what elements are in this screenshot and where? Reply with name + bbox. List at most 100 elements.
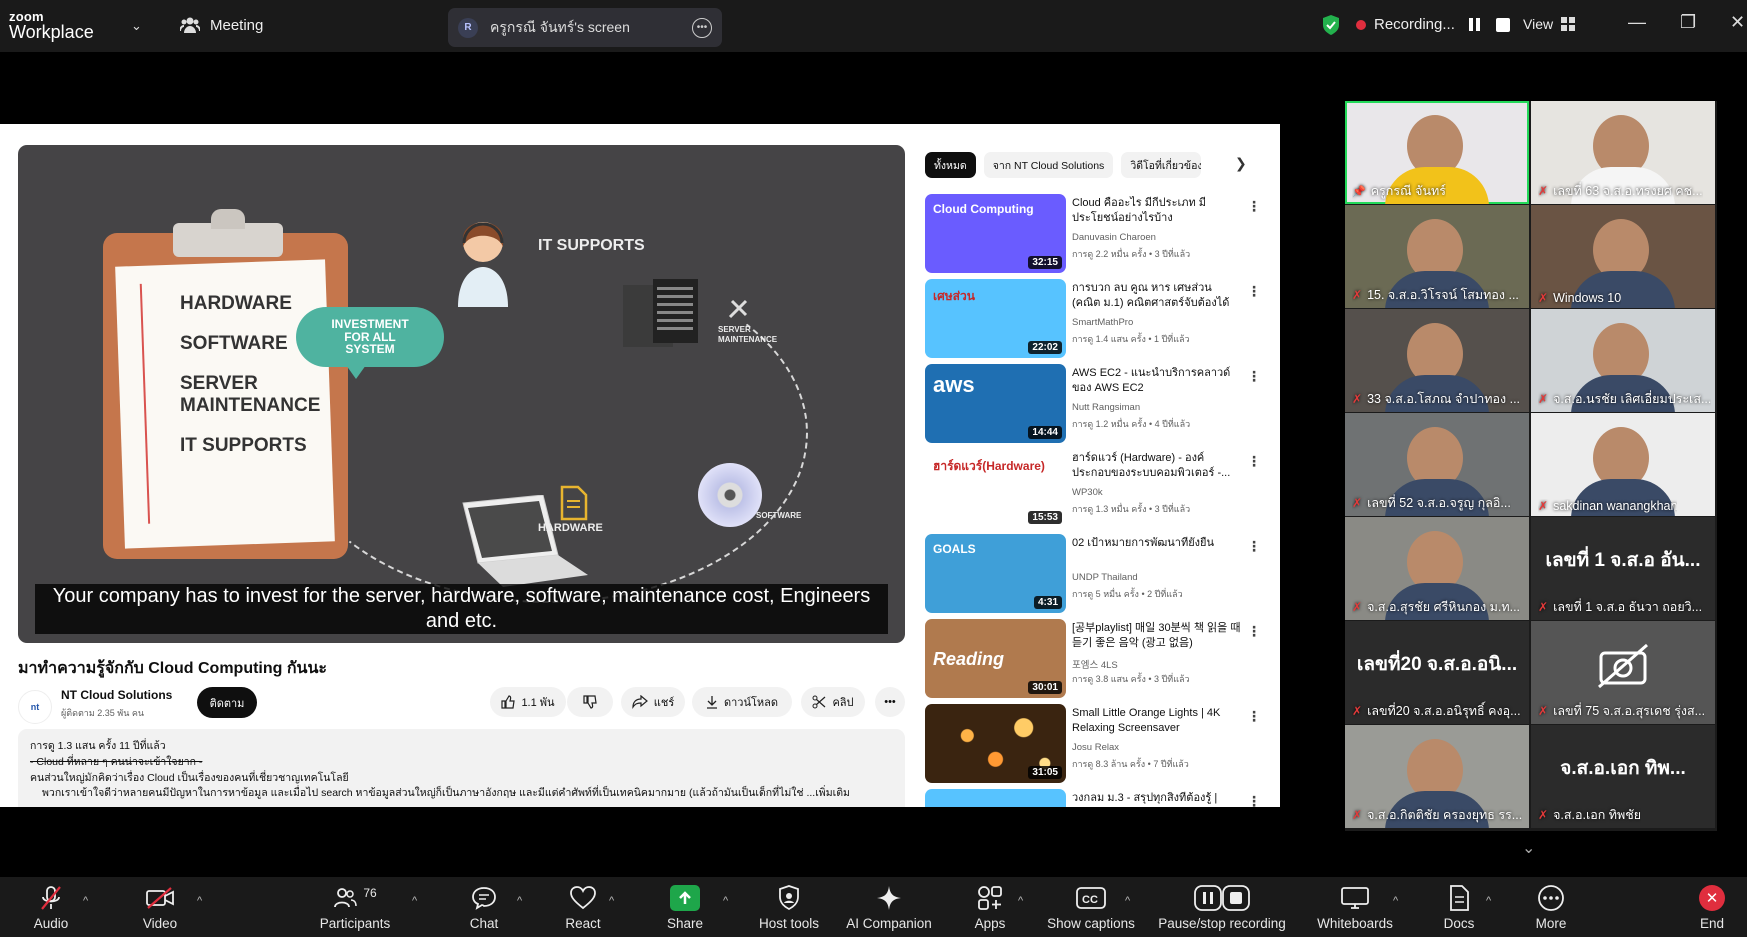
more-vertical-icon[interactable]: ⋮ bbox=[1247, 623, 1261, 640]
recommended-video[interactable]: Cloud Computing 32:15 Cloud คืออะไร มีกี่ป… bbox=[925, 194, 1261, 273]
video-thumbnail[interactable]: Reading 30:01 bbox=[925, 619, 1066, 698]
audio-options-caret-icon[interactable]: ^ bbox=[83, 895, 88, 907]
video-player[interactable]: HARDWARE SOFTWARE SERVER MAINTENANCE IT … bbox=[18, 145, 905, 643]
view-button[interactable]: View bbox=[1523, 16, 1576, 32]
recommended-title[interactable]: Cloud คืออะไร มีกี่ประเภท มีประโยชน์อย่า… bbox=[1072, 196, 1242, 226]
recommended-channel[interactable]: Danuvasin Charoen bbox=[1072, 232, 1156, 243]
participant-tile[interactable]: ✗ Windows 10 bbox=[1531, 205, 1715, 308]
participant-tile[interactable]: 📌 ครูกรณี จันทร์ bbox=[1345, 101, 1529, 204]
video-thumbnail[interactable]: aws 14:44 bbox=[925, 364, 1066, 443]
more-vertical-icon[interactable]: ⋮ bbox=[1247, 198, 1261, 215]
participant-tile[interactable]: เลขที่ 1 จ.ส.อ อัน... ✗ เลขที่ 1 จ.ส.อ ธัน… bbox=[1531, 517, 1715, 620]
recommended-video[interactable]: วงกลม ม.3 - สรุปทุกสิ่งที่ต้องรู้ | ⋮ bbox=[925, 789, 1261, 807]
video-thumbnail[interactable]: เศษส่วน 22:02 bbox=[925, 279, 1066, 358]
whiteboards-options-caret-icon[interactable]: ^ bbox=[1393, 895, 1398, 907]
participant-tile[interactable]: ✗ 33 จ.ส.อ.โสภณ จำปาทอง ... bbox=[1345, 309, 1529, 412]
more-vertical-icon[interactable]: ⋮ bbox=[1247, 538, 1261, 555]
video-description[interactable]: การดู 1.3 แสน ครั้ง 11 ปีที่แล้ว - Cloud… bbox=[18, 729, 905, 807]
react-options-caret-icon[interactable]: ^ bbox=[609, 895, 614, 907]
close-icon[interactable]: ✕ bbox=[1730, 12, 1745, 33]
recommended-title[interactable]: ฮาร์ดแวร์ (Hardware) - องค์ประกอบของระบบ… bbox=[1072, 451, 1242, 481]
participant-tile[interactable]: จ.ส.อ.เอก ทิพ... ✗ จ.ส.อ.เอก ทิพชัย bbox=[1531, 725, 1715, 828]
recommended-title[interactable]: 02 เป้าหมายการพัฒนาที่ยั่งยืน bbox=[1072, 536, 1242, 551]
recommended-title[interactable]: AWS EC2 - แนะนำบริการคลาวด์ ของ AWS EC2 bbox=[1072, 366, 1242, 396]
like-button[interactable]: 1.1 พัน bbox=[490, 687, 566, 717]
recommended-title[interactable]: วงกลม ม.3 - สรุปทุกสิ่งที่ต้องรู้ | bbox=[1072, 791, 1242, 806]
video-thumbnail[interactable] bbox=[925, 789, 1066, 807]
chip-from-channel[interactable]: จาก NT Cloud Solutions bbox=[983, 152, 1114, 178]
participant-tile[interactable]: ✗ เลขที่ 52 จ.ส.อ.จรูญ กุลอิ... bbox=[1345, 413, 1529, 516]
more-vertical-icon[interactable]: ⋮ bbox=[1247, 368, 1261, 385]
host-tools-button[interactable]: Host tools bbox=[755, 877, 823, 937]
video-options-caret-icon[interactable]: ^ bbox=[197, 895, 202, 907]
recommended-video[interactable]: GOALS 4:31 02 เป้าหมายการพัฒนาที่ยั่งยืน UN… bbox=[925, 534, 1261, 613]
end-meeting-button[interactable]: ✕ End bbox=[1694, 877, 1730, 937]
share-video-button[interactable]: แชร์ bbox=[621, 687, 685, 717]
show-captions-button[interactable]: CC Show captions bbox=[1045, 877, 1137, 937]
recommended-video[interactable]: aws 14:44 AWS EC2 - แนะนำบริการคลาวด์ ของ … bbox=[925, 364, 1261, 443]
apps-button[interactable]: Apps bbox=[973, 877, 1007, 937]
docs-button[interactable]: Docs bbox=[1439, 877, 1479, 937]
whiteboards-button[interactable]: Whiteboards bbox=[1313, 877, 1397, 937]
subscribe-button[interactable]: ติดตาม bbox=[197, 687, 257, 718]
recommended-channel[interactable]: SmartMathPro bbox=[1072, 317, 1133, 328]
recommended-title[interactable]: Small Little Orange Lights | 4K Relaxing… bbox=[1072, 706, 1242, 736]
channel-avatar[interactable]: nt bbox=[18, 690, 52, 724]
chat-button[interactable]: Chat bbox=[468, 877, 500, 937]
more-vertical-icon[interactable]: ⋮ bbox=[1247, 283, 1261, 300]
recommended-channel[interactable]: 포엠스 4LS bbox=[1072, 657, 1118, 671]
video-thumbnail[interactable]: 31:05 bbox=[925, 704, 1066, 783]
channel-name[interactable]: NT Cloud Solutions bbox=[61, 688, 172, 702]
recommended-title[interactable]: [공부playlist] 매일 30분씩 책 읽을 때 듣기 좋은 음악 (광고… bbox=[1072, 621, 1242, 651]
dislike-button[interactable] bbox=[567, 687, 613, 717]
apps-options-caret-icon[interactable]: ^ bbox=[1018, 895, 1023, 907]
chevron-right-icon[interactable]: ❯ bbox=[1235, 155, 1247, 172]
pause-recording-icon[interactable] bbox=[1468, 18, 1480, 31]
recommended-video[interactable]: Reading 30:01 [공부playlist] 매일 30분씩 책 읽을 때 … bbox=[925, 619, 1261, 698]
participant-tile[interactable]: ✗ จ.ส.อ.นรชัย เลิศเอี่ยมประเส... bbox=[1531, 309, 1715, 412]
captions-options-caret-icon[interactable]: ^ bbox=[1125, 895, 1130, 907]
chip-related[interactable]: วิดีโอที่เกี่ยวข้อง bbox=[1121, 152, 1202, 178]
chevron-down-icon[interactable]: ⌄ bbox=[131, 18, 142, 34]
participants-options-caret-icon[interactable]: ^ bbox=[412, 895, 417, 907]
share-screen-button[interactable]: Share bbox=[667, 877, 703, 937]
more-actions-button[interactable]: ••• bbox=[875, 687, 905, 717]
participant-tile[interactable]: ✗ sakdinan wanangkhan bbox=[1531, 413, 1715, 516]
video-thumbnail[interactable]: ฮาร์ดแวร์(Hardware) 15:53 bbox=[925, 449, 1066, 528]
participant-tile[interactable]: ✗ เลขที่ 63 จ.ส.อ.ทรงยศ คช... bbox=[1531, 101, 1715, 204]
video-thumbnail[interactable]: GOALS 4:31 bbox=[925, 534, 1066, 613]
clip-button[interactable]: คลิป bbox=[801, 687, 865, 717]
restore-icon[interactable]: ❐ bbox=[1680, 12, 1696, 33]
download-button[interactable]: ดาวน์โหลด bbox=[692, 687, 792, 717]
more-button[interactable]: More bbox=[1531, 877, 1571, 937]
participants-button[interactable]: 76 Participants bbox=[316, 877, 394, 937]
chat-options-caret-icon[interactable]: ^ bbox=[517, 895, 522, 907]
minimize-icon[interactable]: — bbox=[1628, 12, 1646, 33]
recommended-video[interactable]: ฮาร์ดแวร์(Hardware) 15:53 ฮาร์ดแวร์ (Hardw… bbox=[925, 449, 1261, 528]
participant-tile[interactable]: ✗ เลขที่ 75 จ.ส.อ.สุรเดช รุ่งส... bbox=[1531, 621, 1715, 724]
pause-stop-recording-button[interactable]: Pause/stop recording bbox=[1154, 877, 1290, 937]
video-button[interactable]: Video bbox=[135, 877, 185, 937]
participant-tile[interactable]: เลขที่20 จ.ส.อ.อนิ... ✗ เลขที่20 จ.ส.อ.อนิ… bbox=[1345, 621, 1529, 724]
audio-button[interactable]: Audio bbox=[26, 877, 76, 937]
ai-companion-button[interactable]: AI Companion bbox=[843, 877, 935, 937]
gallery-scroll-down-icon[interactable]: ⌄ bbox=[1522, 838, 1535, 858]
more-vertical-icon[interactable]: ⋮ bbox=[1247, 708, 1261, 725]
docs-options-caret-icon[interactable]: ^ bbox=[1486, 895, 1491, 907]
participant-tile[interactable]: ✗ จ.ส.อ.สุรชัย ศรีหินกอง ม.ท... bbox=[1345, 517, 1529, 620]
recommended-channel[interactable]: Nutt Rangsiman bbox=[1072, 402, 1140, 413]
recommended-channel[interactable]: WP30k bbox=[1072, 487, 1103, 498]
recommended-video[interactable]: เศษส่วน 22:02 การบวก ลบ คูณ หาร เศษส่วน (ค… bbox=[925, 279, 1261, 358]
meeting-menu[interactable]: Meeting bbox=[180, 16, 263, 34]
recommended-channel[interactable]: UNDP Thailand bbox=[1072, 572, 1138, 583]
recommended-video[interactable]: 31:05 Small Little Orange Lights | 4K Rel… bbox=[925, 704, 1261, 783]
chip-all[interactable]: ทั้งหมด bbox=[925, 152, 976, 178]
screen-share-indicator[interactable]: R ครูกรณี จันทร์'s screen ••• bbox=[448, 8, 722, 47]
more-vertical-icon[interactable]: ⋮ bbox=[1247, 453, 1261, 470]
more-options-icon[interactable]: ••• bbox=[692, 17, 712, 38]
participant-tile[interactable]: ✗ จ.ส.อ.กิตติชัย ครองยุทธ รร... bbox=[1345, 725, 1529, 828]
recommended-title[interactable]: การบวก ลบ คูณ หาร เศษส่วน (คณิต ม.1) คณิ… bbox=[1072, 281, 1242, 311]
recommended-channel[interactable]: Josu Relax bbox=[1072, 742, 1119, 753]
stop-recording-icon[interactable] bbox=[1495, 17, 1510, 32]
react-button[interactable]: React bbox=[565, 877, 601, 937]
